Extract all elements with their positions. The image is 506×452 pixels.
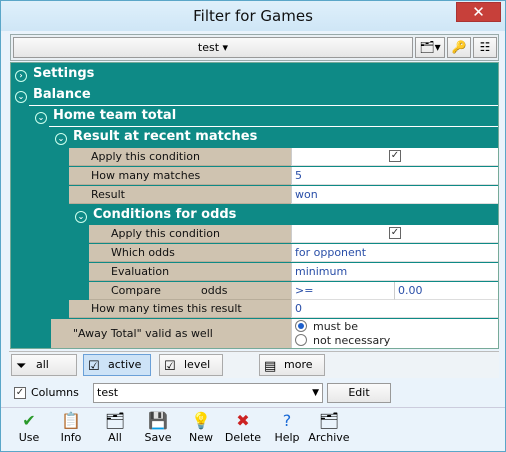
folders-icon: 🗂 <box>104 411 126 430</box>
filter-toolbar: ⏷ all ☑ active ☑ level ▤more ... <box>9 351 499 391</box>
filter-tree: › Settings ⌄ Balance ⌄ Home team total ⌄ Res… <box>10 62 499 349</box>
preset-toolbar: test ▾ 🗂▾ 🔑 ☷ <box>10 34 499 61</box>
how-many-times-label: How many times this result <box>69 300 291 318</box>
button-label: active <box>108 358 142 371</box>
save-icon: 💾 <box>148 411 168 430</box>
filter-all-button[interactable]: ⏷ all <box>11 354 77 376</box>
checkbox-icon: ☑ <box>88 359 100 374</box>
tree-node-conditions-odds[interactable]: ⌄ Conditions for odds <box>71 205 498 225</box>
columns-label: Columns <box>31 386 79 399</box>
collapse-icon[interactable]: ⌄ <box>55 133 67 145</box>
node-label: Conditions for odds <box>93 207 237 222</box>
funnel-icon: ⏷ <box>16 359 27 374</box>
tree-node-home-team-total[interactable]: ⌄ Home team total <box>31 106 498 126</box>
use-button[interactable]: ✔ Use <box>9 411 49 444</box>
button-label: Save <box>144 431 172 444</box>
odds-text: odds <box>201 284 228 297</box>
lightbulb-icon: 💡 <box>191 411 211 430</box>
evaluation-value[interactable]: minimum <box>291 263 498 281</box>
button-label: Delete <box>224 431 262 444</box>
tree-node-balance[interactable]: ⌄ Balance <box>11 85 498 105</box>
key-icon[interactable]: 🔑 <box>447 37 471 58</box>
which-odds-label: Which odds <box>89 244 291 262</box>
preset-dropdown[interactable]: test ▾ <box>13 37 413 58</box>
compare-label: Compare odds <box>89 282 291 300</box>
result-label: Result <box>69 186 291 204</box>
help-icon: ? <box>282 411 292 430</box>
window-title: Filter for Games <box>193 7 313 25</box>
apply-checkbox[interactable]: ✓ <box>389 150 401 162</box>
button-label: All <box>108 431 122 444</box>
edit-button[interactable]: Edit <box>327 383 391 403</box>
columns-select[interactable]: test ▼ <box>93 383 323 403</box>
tree-node-settings[interactable]: › Settings <box>11 64 498 84</box>
expand-icon[interactable]: › <box>15 70 27 82</box>
help-button[interactable]: ? Help <box>267 411 307 444</box>
radio-not-necessary[interactable] <box>295 334 307 346</box>
option-label: not necessary <box>313 334 391 347</box>
odds-apply-value[interactable]: ✓ <box>291 225 498 243</box>
film-icon: ▤ <box>264 359 277 374</box>
info-icon: 📋 <box>61 411 81 430</box>
apply-condition-label: Apply this condition <box>69 148 291 166</box>
option-must-be[interactable]: must be <box>295 320 498 334</box>
archive-icon: 🗂 <box>318 411 340 430</box>
folder-menu-icon[interactable]: 🗂▾ <box>415 37 445 58</box>
option-label: must be <box>313 320 358 333</box>
checkmark-icon: ✔ <box>22 411 36 430</box>
filter-window: Filter for Games ✕ test ▾ 🗂▾ 🔑 ☷ › Settin… <box>0 0 506 452</box>
compare-operator[interactable]: >= <box>291 282 394 300</box>
select-value: test <box>97 386 119 399</box>
button-label: Info <box>60 431 82 444</box>
button-label: all <box>36 358 49 371</box>
result-value[interactable]: won <box>291 186 498 204</box>
delete-button[interactable]: ✖ Delete <box>223 411 263 444</box>
how-many-matches-value[interactable]: 5 <box>291 167 498 185</box>
compare-value[interactable]: 0.00 <box>394 282 498 300</box>
info-button[interactable]: 📋 Info <box>51 411 91 444</box>
tree-view-icon[interactable]: ☷ <box>473 37 497 58</box>
button-label: Help <box>274 431 300 444</box>
how-many-times-value[interactable]: 0 <box>291 300 498 318</box>
button-label: Archive <box>308 431 350 444</box>
odds-apply-label: Apply this condition <box>89 225 291 243</box>
archive-button[interactable]: 🗂 Archive <box>307 411 351 444</box>
button-label: New <box>189 431 213 444</box>
node-label: Result at recent matches <box>73 129 258 144</box>
apply-condition-value[interactable]: ✓ <box>291 148 498 166</box>
how-many-matches-label: How many matches <box>69 167 291 185</box>
button-label: Use <box>18 431 40 444</box>
collapse-icon[interactable]: ⌄ <box>75 211 87 223</box>
collapse-icon[interactable]: ⌄ <box>35 112 47 124</box>
more-button[interactable]: ▤more ... <box>259 354 325 391</box>
button-label: level <box>184 358 211 371</box>
save-button[interactable]: 💾 Save <box>138 411 178 444</box>
action-bar: ✔ Use 📋 Info 🗂 All 💾 Save 💡 New ✖ Delete ? Help… <box>1 407 505 451</box>
node-label: Balance <box>33 87 91 102</box>
columns-row: ✓ Columns test ▼ Edit <box>9 381 499 405</box>
filter-active-button[interactable]: ☑ active <box>83 354 151 376</box>
close-button[interactable]: ✕ <box>456 2 501 22</box>
new-button[interactable]: 💡 New <box>181 411 221 444</box>
away-total-label: "Away Total" valid as well <box>51 319 291 348</box>
columns-checkbox[interactable]: ✓ <box>14 387 26 399</box>
delete-icon: ✖ <box>236 411 250 430</box>
node-label: Home team total <box>53 108 177 123</box>
compare-text: Compare <box>111 284 161 297</box>
title-bar: Filter for Games ✕ <box>1 1 505 31</box>
which-odds-value[interactable]: for opponent <box>291 244 498 262</box>
node-label: Settings <box>33 66 95 81</box>
away-total-options: must be not necessary <box>291 319 498 348</box>
tree-node-result-recent[interactable]: ⌄ Result at recent matches <box>51 127 498 147</box>
collapse-icon[interactable]: ⌄ <box>15 91 27 103</box>
radio-must-be[interactable] <box>295 320 307 332</box>
level-icon: ☑ <box>164 359 176 374</box>
all-button[interactable]: 🗂 All <box>95 411 135 444</box>
filter-level-button[interactable]: ☑ level <box>159 354 223 376</box>
evaluation-label: Evaluation <box>89 263 291 281</box>
odds-apply-checkbox[interactable]: ✓ <box>389 227 401 239</box>
option-not-necessary[interactable]: not necessary <box>295 334 498 348</box>
chevron-down-icon: ▼ <box>312 388 319 398</box>
